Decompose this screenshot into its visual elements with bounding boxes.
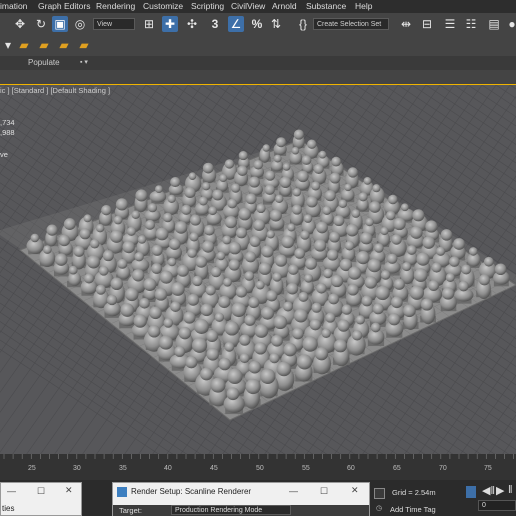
- select-object-icon[interactable]: ▣: [52, 16, 68, 32]
- timeline-tick: 40: [164, 465, 172, 472]
- key-mode-icon[interactable]: [466, 486, 476, 498]
- link-scene-icon[interactable]: ▰: [56, 37, 72, 53]
- timeline-tick: 45: [210, 465, 218, 472]
- target-dropdown[interactable]: Production Rendering Mode: [171, 505, 291, 515]
- timeline-tick: 50: [256, 465, 264, 472]
- sculpture-model[interactable]: [358, 232, 374, 255]
- viewport-label[interactable]: ic ] [Standard ] [Default Shading ]: [0, 86, 110, 95]
- timeline-tick: 30: [73, 465, 81, 472]
- maximize-icon[interactable]: ☐: [320, 486, 328, 497]
- menu-arnold[interactable]: Arnold: [272, 0, 297, 13]
- scene-explorer-icon[interactable]: ☰: [442, 16, 458, 32]
- ribbon-options-icon[interactable]: ▪ ▾: [80, 56, 88, 70]
- open-scene-icon[interactable]: ▰: [36, 37, 52, 53]
- render-setup-title: Render Setup: Scanline Renderer: [131, 487, 252, 496]
- timeline-tick: 25: [28, 465, 36, 472]
- time-tag-icon[interactable]: ◷: [376, 504, 382, 512]
- material-editor-icon[interactable]: ●: [504, 16, 516, 32]
- maximize-icon[interactable]: ☐: [37, 486, 45, 497]
- timeline-tick: 75: [484, 465, 492, 472]
- folder-icon[interactable]: ▰: [16, 37, 32, 53]
- grid-toggle[interactable]: [374, 488, 385, 499]
- close-icon[interactable]: ✕: [65, 485, 73, 496]
- previous-frame-icon[interactable]: ◀‖: [482, 484, 495, 497]
- snaps-toggle[interactable]: 3: [207, 16, 223, 32]
- named-selection-icon[interactable]: {}: [295, 16, 311, 32]
- menu-customize[interactable]: Customize: [143, 0, 183, 13]
- menu-rendering[interactable]: Rendering: [96, 0, 135, 13]
- properties-window-title: ties: [2, 504, 15, 513]
- sculpture-model[interactable]: [292, 129, 305, 149]
- ribbon: Populate ▪ ▾: [0, 56, 516, 70]
- align-icon[interactable]: ⊟: [419, 16, 435, 32]
- add-time-tag[interactable]: Add Time Tag: [390, 505, 436, 514]
- target-label: Target:: [119, 506, 142, 515]
- current-frame-field[interactable]: 0: [478, 500, 516, 511]
- named-selection-set-dropdown[interactable]: Create Selection Set: [313, 18, 389, 30]
- reference-coordinate-dropdown[interactable]: View: [93, 18, 135, 30]
- stat-polys: ,734: [0, 118, 15, 127]
- stat-verts: ,988: [0, 128, 15, 137]
- grid-size: Grid = 2.54m: [392, 488, 436, 497]
- menu-animation[interactable]: imation: [0, 0, 27, 13]
- scene-render: [0, 85, 516, 455]
- close-icon[interactable]: ✕: [351, 485, 359, 496]
- render-setup-icon: [117, 487, 127, 497]
- menu-help[interactable]: Help: [355, 0, 372, 13]
- graph-editor-icon[interactable]: ▤: [486, 16, 502, 32]
- sculpture-model[interactable]: [53, 253, 70, 277]
- angle-snap-icon[interactable]: ∠: [228, 16, 244, 32]
- select-and-manipulate-icon[interactable]: ✣: [184, 16, 200, 32]
- sculpture-model[interactable]: [279, 176, 293, 198]
- stat-fps: ve: [0, 150, 8, 159]
- select-and-move-icon[interactable]: ✚: [162, 16, 178, 32]
- container-icon[interactable]: ▰: [76, 37, 92, 53]
- properties-window[interactable]: ties — ☐ ✕: [0, 482, 82, 516]
- render-target-row: Target: Production Rendering Mode: [113, 505, 369, 516]
- sculpture-model[interactable]: [134, 189, 148, 213]
- menu-substance[interactable]: Substance: [306, 0, 346, 13]
- render-setup-window[interactable]: Render Setup: Scanline Renderer — ☐ ✕ Ta…: [112, 482, 370, 516]
- timeline-tick: 65: [393, 465, 401, 472]
- pivot-icon[interactable]: ⊞: [141, 16, 157, 32]
- perspective-viewport[interactable]: [0, 84, 516, 455]
- secondary-toolbar: ▾ ▰ ▰ ▰ ▰: [0, 35, 516, 56]
- rotate-icon[interactable]: ↻: [33, 16, 49, 32]
- menu-bar: imation Graph Editors Rendering Customiz…: [0, 0, 516, 13]
- mirror-icon[interactable]: ⇹: [398, 16, 414, 32]
- main-toolbar: ✥ ↻ ▣ ◎ View ⊞ ✚ ✣ 3 ∠ % ⇅ {} Create Sel…: [0, 13, 516, 36]
- timeline-tick: 70: [439, 465, 447, 472]
- spinner-snap-icon[interactable]: ⇅: [268, 16, 284, 32]
- ribbon-populate[interactable]: Populate: [28, 56, 60, 70]
- menu-civilview[interactable]: CivilView: [231, 0, 265, 13]
- select-region-icon[interactable]: ◎: [72, 16, 88, 32]
- play-icon[interactable]: ▶: [496, 484, 504, 497]
- timeline-tick: 35: [119, 465, 127, 472]
- menu-graph-editors[interactable]: Graph Editors: [38, 0, 90, 13]
- menu-scripting[interactable]: Scripting: [191, 0, 224, 13]
- move-icon[interactable]: ✥: [12, 16, 28, 32]
- chevron-down-icon[interactable]: ▾: [0, 37, 16, 53]
- next-frame-icon[interactable]: ‖: [508, 484, 513, 496]
- minimize-icon[interactable]: —: [289, 486, 298, 496]
- minimize-icon[interactable]: —: [7, 486, 16, 496]
- percent-snap-toggle[interactable]: %: [249, 16, 265, 32]
- layer-explorer-icon[interactable]: ☷: [463, 16, 479, 32]
- timeline-tick: 55: [302, 465, 310, 472]
- timeline-tick: 60: [347, 465, 355, 472]
